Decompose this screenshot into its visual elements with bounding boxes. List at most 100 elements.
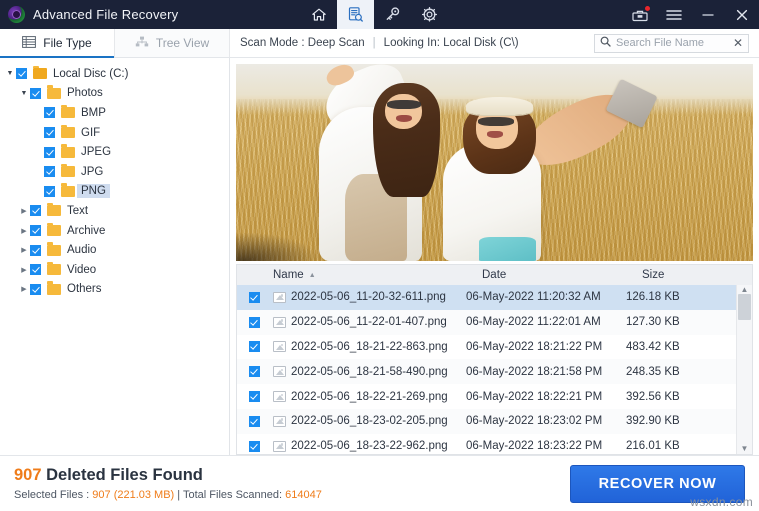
- row-checkbox-cell[interactable]: [237, 341, 271, 353]
- sort-ascending-icon: ▲: [308, 271, 316, 279]
- tree-node-label: PNG: [77, 184, 110, 199]
- tree-node-label: JPEG: [81, 146, 112, 159]
- tree-node-label: Local Disc (C:): [53, 67, 129, 80]
- table-row[interactable]: 2022-05-06_11-20-32-611.png 06-May-2022 1…: [237, 285, 736, 310]
- sub-toolbar: File Type Tree View Scan Mode : Deep Sca…: [0, 29, 759, 58]
- search-input[interactable]: [616, 37, 728, 49]
- row-size: 248.35 KB: [626, 365, 680, 378]
- row-date: 06-May-2022 11:20:32 AM: [466, 291, 601, 304]
- scroll-up-icon[interactable]: ▲: [741, 286, 749, 294]
- hamburger-menu-icon[interactable]: [657, 0, 691, 29]
- row-name-cell: 2022-05-06_18-23-22-962.png: [271, 440, 466, 452]
- image-file-icon: [273, 291, 286, 303]
- header-name-label: Name: [273, 269, 304, 281]
- tree-checkbox[interactable]: [30, 87, 41, 99]
- tree-node-label: Video: [67, 263, 97, 276]
- table-row[interactable]: 2022-05-06_18-23-22-962.png 06-May-2022 1…: [237, 434, 736, 454]
- row-checkbox-cell[interactable]: [237, 366, 271, 378]
- tree-node-archive[interactable]: ▶ Archive: [0, 221, 229, 241]
- row-checkbox[interactable]: [248, 341, 260, 353]
- scan-document-icon[interactable]: [337, 0, 374, 29]
- table-row[interactable]: 2022-05-06_18-23-02-205.png 06-May-2022 1…: [237, 408, 736, 434]
- tree-checkbox[interactable]: [44, 127, 55, 139]
- row-checkbox[interactable]: [248, 415, 260, 427]
- row-checkbox[interactable]: [248, 366, 260, 378]
- tab-file-type[interactable]: File Type: [0, 29, 115, 58]
- table-row[interactable]: 2022-05-06_18-21-22-863.png 06-May-2022 1…: [237, 335, 736, 360]
- titlebar-nav-icons: [300, 0, 448, 29]
- tree-checkbox[interactable]: [44, 166, 55, 178]
- tree-node-others[interactable]: ▶ Others: [0, 280, 229, 300]
- tree-checkbox[interactable]: [16, 68, 27, 80]
- row-size: 127.30 KB: [626, 316, 680, 329]
- chevron-down-icon[interactable]: ▼: [18, 90, 30, 97]
- header-size-column[interactable]: Size: [642, 269, 752, 281]
- tree-node-local-disc-c[interactable]: ▼ Local Disc (C:): [0, 64, 229, 84]
- row-checkbox-cell[interactable]: [237, 291, 271, 303]
- minimize-icon[interactable]: [691, 0, 725, 29]
- search-box[interactable]: ✕: [594, 33, 749, 53]
- row-date: 06-May-2022 18:23:02 PM: [466, 415, 603, 428]
- table-row[interactable]: 2022-05-06_18-21-58-490.png 06-May-2022 1…: [237, 359, 736, 385]
- file-list-scrollbar[interactable]: ▲ ▼: [736, 285, 752, 454]
- gear-icon[interactable]: [411, 0, 448, 29]
- chevron-down-icon[interactable]: ▼: [4, 70, 16, 77]
- tree-node-text[interactable]: ▶ Text: [0, 201, 229, 221]
- tree-checkbox[interactable]: [30, 225, 41, 237]
- tree-node-video[interactable]: ▶ Video: [0, 260, 229, 280]
- close-icon[interactable]: [725, 0, 759, 29]
- home-icon[interactable]: [300, 0, 337, 29]
- tree-checkbox[interactable]: [44, 146, 55, 158]
- key-icon[interactable]: [374, 0, 411, 29]
- tree-node-gif[interactable]: GIF: [0, 123, 229, 143]
- row-checkbox[interactable]: [248, 440, 260, 452]
- chevron-right-icon[interactable]: ▶: [18, 207, 30, 215]
- titlebar-window-controls: [623, 0, 759, 29]
- tree-checkbox[interactable]: [44, 185, 55, 197]
- tree-node-label: Text: [67, 204, 89, 217]
- row-size: 126.18 KB: [626, 291, 680, 304]
- tree-node-label: BMP: [81, 106, 106, 119]
- toolbox-icon[interactable]: [623, 0, 657, 29]
- tree-checkbox[interactable]: [30, 244, 41, 256]
- tree-checkbox[interactable]: [30, 205, 41, 217]
- row-checkbox-cell[interactable]: [237, 316, 271, 328]
- tree-node-png[interactable]: PNG: [0, 182, 229, 202]
- scroll-down-icon[interactable]: ▼: [741, 445, 749, 453]
- chevron-right-icon[interactable]: ▶: [18, 227, 30, 235]
- tab-tree-view[interactable]: Tree View: [115, 29, 230, 57]
- photo-person-right-skirt: [478, 237, 536, 261]
- row-checkbox[interactable]: [248, 391, 260, 403]
- photo-person-left-face: [384, 93, 423, 129]
- table-row[interactable]: 2022-05-06_11-22-01-407.png 06-May-2022 1…: [237, 309, 736, 335]
- row-checkbox[interactable]: [248, 316, 260, 328]
- tree-node-bmp[interactable]: BMP: [0, 103, 229, 123]
- header-name-column[interactable]: Name ▲: [271, 269, 482, 281]
- row-name-cell: 2022-05-06_11-20-32-611.png: [271, 291, 466, 303]
- scrollbar-track[interactable]: [737, 294, 752, 445]
- row-checkbox[interactable]: [248, 291, 260, 303]
- tree-checkbox[interactable]: [30, 283, 41, 295]
- row-checkbox-cell[interactable]: [237, 391, 271, 403]
- preview-photo: [236, 64, 753, 261]
- chevron-right-icon[interactable]: ▶: [18, 285, 30, 293]
- file-type-tree: ▼ Local Disc (C:) ▼ Photos BMP GIF JPEG JPG PNG ▶…: [0, 58, 230, 455]
- tree-node-photos[interactable]: ▼ Photos: [0, 84, 229, 104]
- row-checkbox-cell[interactable]: [237, 440, 271, 452]
- photo-shadow-corner: [236, 233, 319, 261]
- scrollbar-thumb[interactable]: [738, 294, 751, 320]
- chevron-right-icon[interactable]: ▶: [18, 246, 30, 254]
- row-date: 06-May-2022 18:22:21 PM: [466, 390, 603, 403]
- header-date-column[interactable]: Date: [482, 269, 642, 281]
- image-file-icon: [273, 391, 286, 403]
- chevron-right-icon[interactable]: ▶: [18, 266, 30, 274]
- tree-checkbox[interactable]: [44, 107, 55, 119]
- row-checkbox-cell[interactable]: [237, 415, 271, 427]
- tree-node-jpeg[interactable]: JPEG: [0, 142, 229, 162]
- table-row[interactable]: 2022-05-06_18-22-21-269.png 06-May-2022 1…: [237, 384, 736, 409]
- tree-checkbox[interactable]: [30, 264, 41, 276]
- tree-node-audio[interactable]: ▶ Audio: [0, 240, 229, 260]
- selected-size: (221.03 MB): [113, 489, 175, 501]
- tree-node-jpg[interactable]: JPG: [0, 162, 229, 182]
- search-clear-icon[interactable]: ✕: [733, 37, 743, 49]
